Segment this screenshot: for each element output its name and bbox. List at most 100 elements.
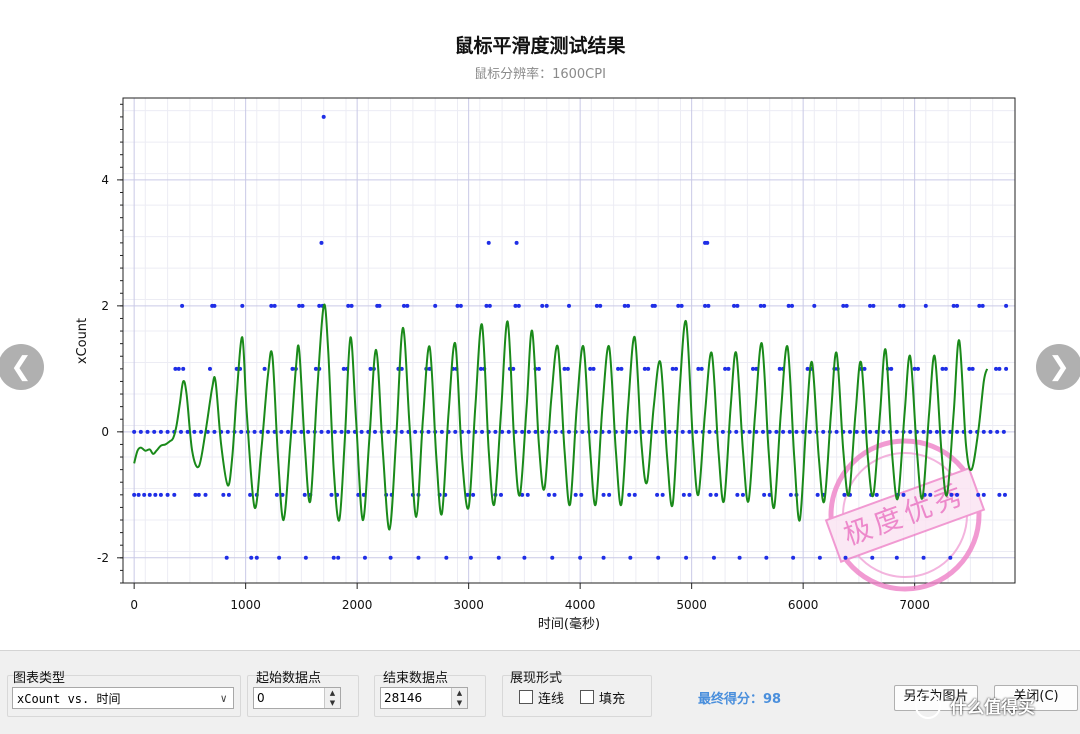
data-point: [653, 429, 658, 434]
data-point: [552, 492, 557, 497]
data-point: [279, 429, 284, 434]
start-point-stepper[interactable]: ▲ ▼: [324, 688, 340, 708]
data-point: [372, 429, 377, 434]
start-point-value: 0: [257, 691, 265, 705]
data-point: [302, 492, 307, 497]
chart-type-value: xCount vs. 时间: [17, 692, 121, 706]
data-point: [567, 429, 571, 434]
data-point: [480, 429, 485, 434]
data-point: [976, 492, 981, 497]
next-image-button[interactable]: ❯: [1036, 344, 1080, 390]
data-point: [968, 429, 973, 434]
watermark-text: 什么值得买: [950, 698, 1035, 718]
data-point: [540, 303, 545, 308]
data-point: [192, 429, 197, 434]
data-point: [674, 366, 679, 371]
data-point: [995, 429, 1000, 434]
data-point: [292, 429, 297, 434]
end-point-value: 28146: [384, 691, 423, 705]
data-point: [176, 366, 181, 371]
data-point: [734, 429, 739, 434]
data-point: [901, 492, 906, 497]
data-point: [988, 429, 993, 434]
x-tick-label: 4000: [565, 598, 596, 612]
data-point: [439, 429, 444, 434]
data-point: [601, 555, 606, 560]
data-point: [536, 366, 541, 371]
data-point: [249, 555, 254, 560]
data-point: [336, 555, 341, 560]
line-checkbox[interactable]: [519, 690, 533, 704]
data-point: [533, 429, 538, 434]
data-point: [332, 429, 337, 434]
data-point: [362, 555, 367, 560]
fill-checkbox[interactable]: [580, 690, 594, 704]
data-point: [331, 555, 336, 560]
data-point: [498, 492, 503, 497]
data-point: [997, 492, 1002, 497]
data-point: [834, 429, 839, 434]
data-point: [207, 366, 212, 371]
data-point: [762, 303, 767, 308]
x-tick-label: 6000: [788, 598, 819, 612]
data-point: [565, 366, 570, 371]
data-point: [540, 429, 545, 434]
data-point: [306, 429, 311, 434]
data-point: [466, 429, 471, 434]
data-point: [252, 429, 257, 434]
data-point: [788, 492, 793, 497]
stamp: 极度优秀: [824, 438, 986, 592]
data-point: [165, 492, 170, 497]
data-point: [299, 429, 304, 434]
start-point-label: 起始数据点: [256, 671, 322, 686]
data-point: [694, 429, 699, 434]
data-point: [248, 492, 253, 497]
end-point-input[interactable]: 28146 ▲ ▼: [380, 687, 468, 709]
data-point: [874, 492, 879, 497]
data-point: [329, 492, 334, 497]
data-point: [1004, 366, 1009, 371]
data-point: [627, 429, 632, 434]
data-point: [737, 555, 742, 560]
data-point: [178, 429, 183, 434]
data-point: [359, 429, 364, 434]
data-point: [212, 429, 217, 434]
data-point: [147, 492, 152, 497]
data-point: [821, 429, 826, 434]
data-point: [444, 555, 449, 560]
prev-image-button[interactable]: ❮: [0, 344, 44, 390]
x-tick-label: 3000: [453, 598, 484, 612]
data-point: [726, 366, 731, 371]
data-point: [934, 429, 939, 434]
data-point: [781, 429, 786, 434]
chart-type-select[interactable]: xCount vs. 时间 ∨: [12, 687, 234, 709]
start-point-input[interactable]: 0 ▲ ▼: [253, 687, 341, 709]
data-point: [706, 303, 711, 308]
data-point: [871, 303, 876, 308]
data-point: [970, 366, 975, 371]
data-point: [680, 429, 685, 434]
end-point-stepper[interactable]: ▲ ▼: [451, 688, 467, 708]
data-point: [705, 240, 710, 245]
data-point: [496, 555, 501, 560]
data-point: [679, 303, 684, 308]
data-point: [915, 366, 920, 371]
data-point: [326, 429, 331, 434]
fill-option-label: 填充: [599, 692, 626, 707]
data-point: [955, 303, 960, 308]
data-point: [274, 492, 279, 497]
data-point: [132, 429, 137, 434]
data-point: [272, 303, 277, 308]
data-point: [426, 429, 431, 434]
data-point: [921, 429, 926, 434]
data-point: [158, 429, 163, 434]
data-point: [807, 429, 812, 434]
data-point: [801, 429, 806, 434]
data-point: [573, 492, 578, 497]
data-point: [153, 492, 158, 497]
data-point: [656, 555, 661, 560]
end-point-label: 结束数据点: [383, 671, 449, 686]
data-point: [762, 492, 767, 497]
data-point: [955, 492, 960, 497]
data-point: [319, 429, 324, 434]
